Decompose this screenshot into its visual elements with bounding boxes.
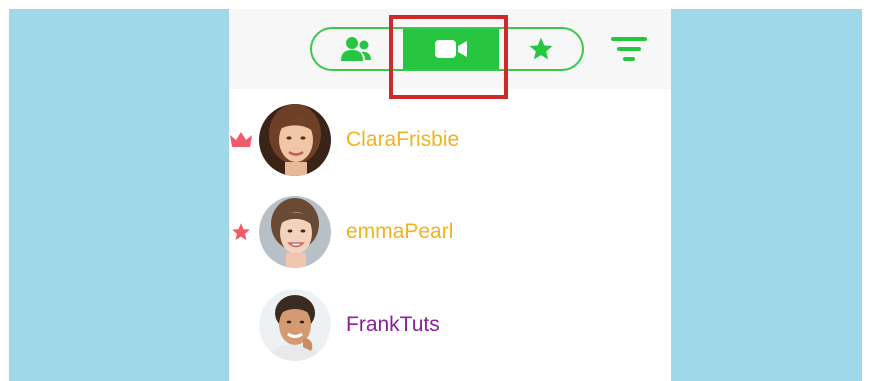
- contact-name: ClaraFrisbie: [346, 128, 460, 151]
- contact-row[interactable]: emmaPearl: [229, 196, 671, 276]
- favorites-tab[interactable]: [499, 29, 582, 69]
- crown-icon: [230, 132, 252, 147]
- right-background: [671, 9, 862, 381]
- avatar[interactable]: [259, 196, 331, 268]
- avatar-frank: [259, 289, 331, 361]
- avatar-clara: [259, 104, 331, 176]
- contacts-icon: [341, 37, 372, 61]
- star-icon: [529, 37, 553, 60]
- avatar[interactable]: [259, 289, 331, 361]
- left-background: [9, 9, 229, 381]
- contact-row[interactable]: ClaraFrisbie: [229, 104, 671, 184]
- contact-row[interactable]: FrankTuts: [229, 289, 671, 369]
- star-icon: [232, 223, 250, 240]
- contact-name: FrankTuts: [346, 313, 440, 336]
- contact-name: emmaPearl: [346, 220, 454, 243]
- highlight-box: [389, 15, 508, 99]
- avatar[interactable]: [259, 104, 331, 176]
- filter-icon[interactable]: [611, 36, 647, 62]
- avatar-emma: [259, 196, 331, 268]
- app-screen: ClaraFrisbie emmaPearl FrankTuts: [229, 9, 671, 381]
